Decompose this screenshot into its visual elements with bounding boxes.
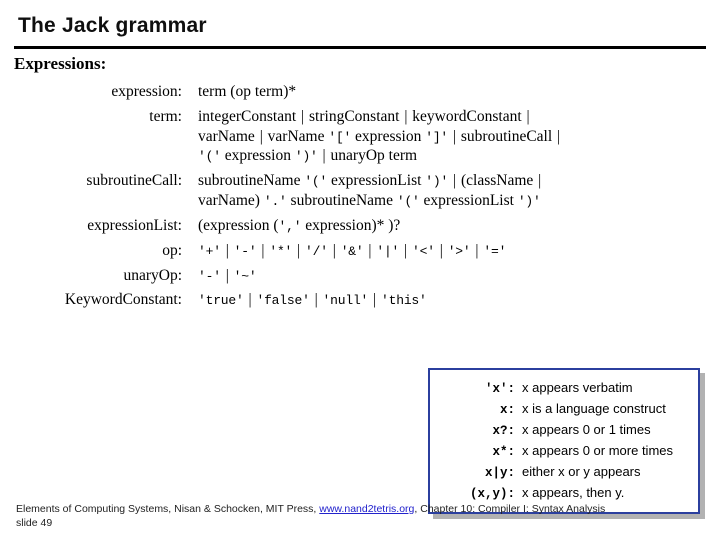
grammar-rule-name: op:: [162, 241, 182, 259]
legend-symbol: x:: [499, 403, 515, 417]
grammar-rule-name: KeywordConstant:: [64, 291, 182, 309]
table-row: KeywordConstant: 'true' | 'false' | 'nul…: [10, 290, 710, 315]
nand2tetris-link[interactable]: www.nand2tetris.org: [319, 503, 414, 515]
table-row: expressionList: (expression (',' express…: [10, 216, 710, 241]
section-heading: Expressions:: [14, 54, 107, 73]
footer-credit-suffix: , Chapter 10: Compiler I: Syntax Analysi…: [414, 502, 606, 515]
table-row: expression: term (op term)*: [10, 82, 710, 107]
grammar-rule-definition: term (op term)*: [198, 83, 297, 100]
legend-symbol: x?:: [492, 424, 515, 438]
notation-legend-table: 'x': x appears verbatim x: x is a langua…: [436, 378, 688, 504]
legend-description: x appears verbatim: [522, 380, 633, 395]
grammar-rule-definition: 'true' | 'false' | 'null' | 'this': [198, 291, 427, 309]
grammar-rule-definition: subroutineName '(' expressionList ')' | …: [198, 172, 542, 210]
list-item: 'x': x appears verbatim: [436, 378, 688, 399]
grammar-rule-name: unaryOp:: [123, 266, 182, 284]
table-row: unaryOp: '-' | '~': [10, 266, 710, 291]
grammar-rule-definition: integerConstant | stringConstant | keywo…: [198, 107, 561, 165]
legend-symbol: x*:: [492, 445, 515, 459]
grammar-rule-definition: (expression (',' expression)* )?: [198, 216, 401, 234]
list-item: x?: x appears 0 or 1 times: [436, 420, 688, 441]
slide-number: slide 49: [16, 516, 53, 529]
legend-symbol: 'x':: [484, 382, 515, 396]
table-row: subroutineCall: subroutineName '(' expre…: [10, 171, 710, 216]
title-divider: [14, 46, 706, 49]
notation-legend-box: 'x': x appears verbatim x: x is a langua…: [428, 368, 700, 514]
grammar-rule-name: term:: [149, 107, 182, 125]
table-row: op: '+' | '-' | '*' | '/' | '&' | '|' | …: [10, 241, 710, 266]
list-item: x: x is a language construct: [436, 399, 688, 420]
legend-description: x appears 0 or 1 times: [522, 422, 651, 437]
page-title: The Jack grammar: [18, 14, 207, 37]
grammar-rule-definition: '+' | '-' | '*' | '/' | '&' | '|' | '<' …: [198, 241, 507, 259]
legend-description: x is a language construct: [522, 401, 666, 416]
legend-symbol: x|y:: [484, 466, 515, 480]
footer-credit-prefix: Elements of Computing Systems, Nisan & S…: [16, 502, 317, 515]
legend-description: x appears 0 or more times: [522, 443, 674, 458]
grammar-table: expression: term (op term)* term: intege…: [10, 82, 710, 315]
grammar-rule-name: subroutineCall:: [86, 172, 182, 190]
list-item: x|y: either x or y appears: [436, 462, 688, 483]
grammar-rule-definition: '-' | '~': [198, 266, 257, 284]
notation-legend-body: 'x': x appears verbatim x: x is a langua…: [436, 378, 688, 504]
slide-footer: Elements of Computing Systems, Nisan & S…: [16, 502, 605, 530]
list-item: x*: x appears 0 or more times: [436, 441, 688, 462]
grammar-table-body: expression: term (op term)* term: intege…: [10, 82, 710, 315]
table-row: term: integerConstant | stringConstant |…: [10, 107, 710, 171]
grammar-rule-name: expression:: [111, 83, 182, 100]
legend-description: either x or y appears: [522, 464, 641, 479]
grammar-rule-name: expressionList:: [87, 216, 182, 234]
